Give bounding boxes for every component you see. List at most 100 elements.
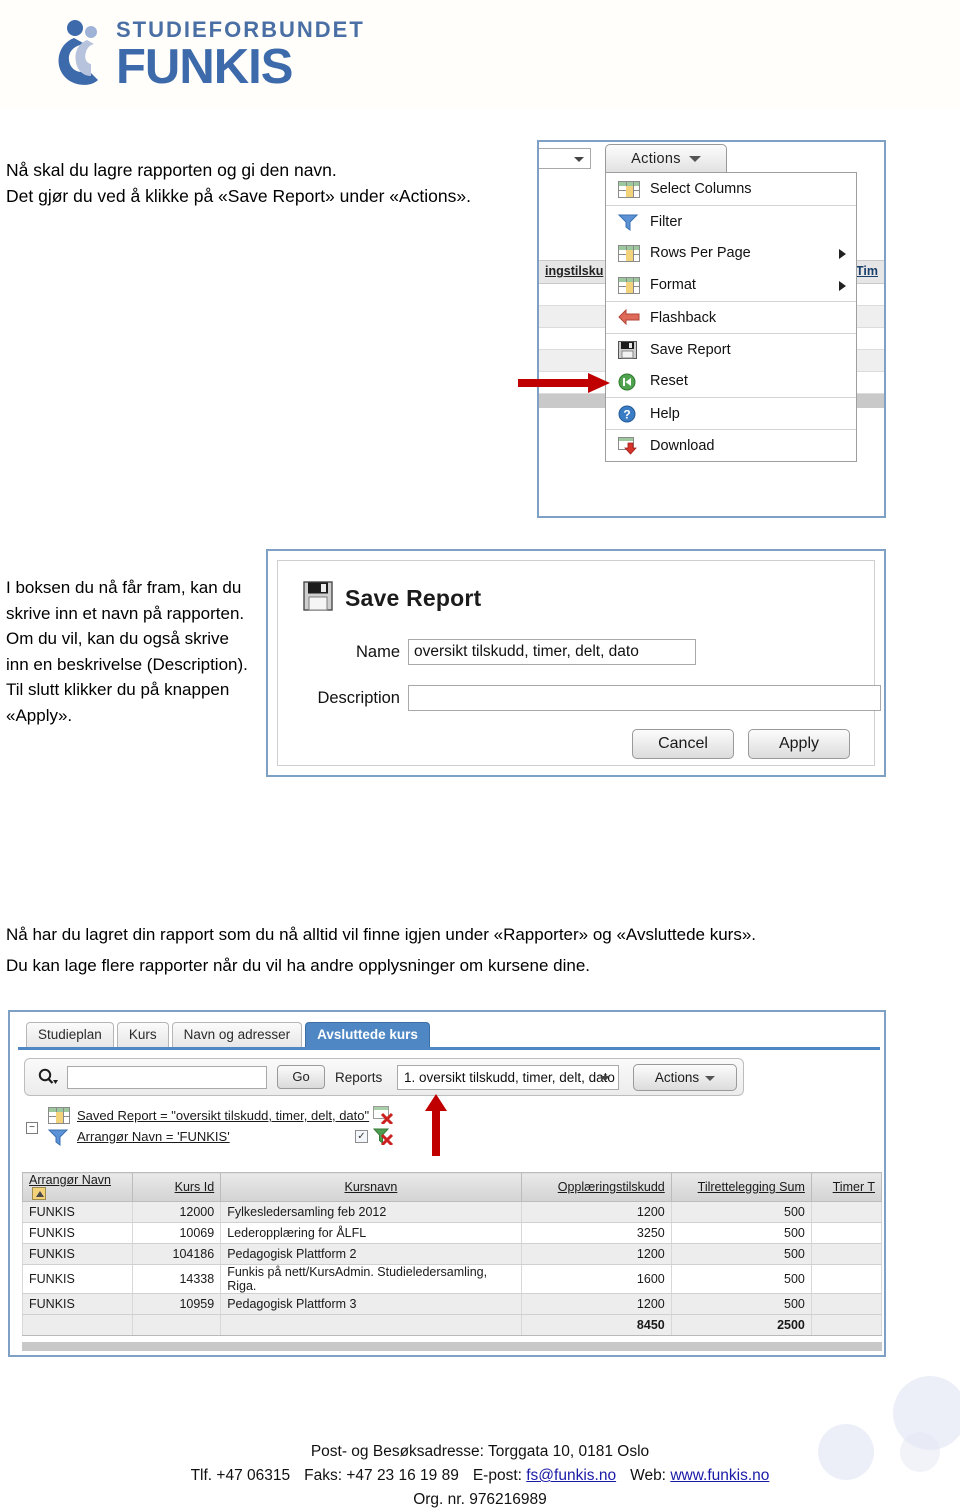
- footer-web-link[interactable]: www.funkis.no: [670, 1467, 769, 1484]
- cell-kursid: 14338: [132, 1264, 222, 1294]
- total-arrangor: [21, 1314, 134, 1336]
- funnel-icon: [48, 1128, 70, 1146]
- download-icon: [618, 437, 640, 455]
- tab-avsluttede-kurs[interactable]: Avsluttede kurs: [305, 1022, 430, 1048]
- filter-row-saved-report[interactable]: Saved Report = "oversikt tilskudd, timer…: [48, 1107, 369, 1124]
- cell-arrangor: FUNKIS: [21, 1243, 134, 1265]
- name-input[interactable]: [408, 639, 696, 665]
- reports-select-value: 1. oversikt tilskudd, timer, delt, dato: [404, 1070, 615, 1085]
- reset-icon: [618, 373, 640, 390]
- footer-email-link[interactable]: fs@funkis.no: [526, 1467, 616, 1484]
- dialog-title-label: Save Report: [345, 585, 482, 611]
- filter-row-arrangor-navn[interactable]: Arrangør Navn = 'FUNKIS': [48, 1128, 230, 1146]
- footer-orgnr: Org. nr. 976216989: [413, 1491, 547, 1508]
- actions-button[interactable]: Actions: [605, 144, 727, 172]
- instruction-step-2: I boksen du nå får fram, kan du skrive i…: [6, 578, 248, 725]
- menu-item-filter[interactable]: Filter: [606, 205, 856, 237]
- table-row[interactable]: FUNKIS 104186 Pedagogisk Plattform 2 120…: [21, 1243, 883, 1265]
- description-input[interactable]: [408, 685, 881, 711]
- reports-label: Reports: [335, 1070, 383, 1085]
- actions-button-label: Actions: [654, 1070, 700, 1085]
- cell-timer: [810, 1222, 883, 1244]
- menu-item-label: Help: [650, 405, 680, 422]
- cancel-button[interactable]: Cancel: [632, 729, 734, 759]
- instruction-step-3: Nå har du lagret din rapport som du nå a…: [6, 925, 757, 975]
- report-table: Arrangør Navn Kurs Id Kursnavn Opplæring…: [21, 1172, 883, 1336]
- menu-item-help[interactable]: ? Help: [606, 397, 856, 429]
- actions-menu-screenshot: Actions ingstilsku Tim Select Columns Fi…: [537, 140, 886, 518]
- footer-web-label: Web:: [630, 1467, 666, 1484]
- red-arrow-up-icon: [424, 1094, 448, 1156]
- menu-item-label: Filter: [650, 213, 683, 230]
- filter-panel: − Saved Report = "oversikt tilskudd, tim…: [18, 1104, 880, 1152]
- cell-tilskudd: 1200: [520, 1243, 672, 1265]
- search-toolbar: Go Reports 1. oversikt tilskudd, timer, …: [24, 1058, 744, 1096]
- grid-remove-icon[interactable]: [373, 1106, 395, 1129]
- grid-icon: [618, 244, 640, 262]
- go-button[interactable]: Go: [277, 1065, 325, 1089]
- table-row[interactable]: FUNKIS 10069 Lederopplæring for ÅLFL 325…: [21, 1222, 883, 1244]
- floppy-disk-icon: [303, 581, 333, 616]
- reports-select[interactable]: 1. oversikt tilskudd, timer, delt, dato: [397, 1065, 619, 1090]
- description-label: Description: [317, 688, 400, 707]
- menu-item-label: Select Columns: [650, 181, 752, 197]
- partial-column-header-left: ingstilsku: [545, 264, 604, 278]
- actions-dropdown-menu[interactable]: Select Columns Filter Rows Per Page Form…: [605, 172, 857, 462]
- total-kursid: [132, 1314, 222, 1336]
- grid-icon: [618, 180, 640, 198]
- search-input[interactable]: [67, 1066, 267, 1089]
- chevron-right-icon: [839, 249, 846, 259]
- table-row[interactable]: FUNKIS 12000 Fylkesledersamling feb 2012…: [21, 1201, 883, 1223]
- red-arrow-right-icon: [518, 372, 610, 394]
- menu-item-format[interactable]: Format: [606, 269, 856, 301]
- chevron-down-icon: [705, 1075, 716, 1081]
- funnel-remove-icon[interactable]: [372, 1127, 395, 1150]
- name-label: Name: [355, 642, 400, 661]
- column-header-kurs-id[interactable]: Kurs Id: [132, 1172, 222, 1202]
- cell-timer: [810, 1201, 883, 1223]
- table-bottom-bar: [22, 1342, 882, 1351]
- column-header-tilrettelegging-sum[interactable]: Tilrettelegging Sum: [670, 1172, 812, 1202]
- page-size-combo[interactable]: [539, 148, 591, 169]
- cell-tilrettelegging: 500: [670, 1293, 812, 1315]
- svg-text:?: ?: [623, 408, 630, 422]
- cell-kursnavn: Funkis på nett/KursAdmin. Studieledersam…: [220, 1264, 522, 1294]
- column-header-timer[interactable]: Timer T: [810, 1172, 883, 1202]
- actions-button-label: Actions: [631, 151, 681, 167]
- menu-item-rows-per-page[interactable]: Rows Per Page: [606, 237, 856, 269]
- column-header-arrangor-navn[interactable]: Arrangør Navn: [21, 1172, 134, 1202]
- dialog-body: Save Report Name Description Cancel Appl…: [277, 560, 881, 766]
- instruction-step-1: Nå skal du lagre rapporten og gi den nav…: [6, 160, 471, 206]
- magnifier-dropdown-icon[interactable]: [37, 1068, 59, 1091]
- menu-item-reset[interactable]: Reset: [606, 365, 856, 397]
- cell-tilrettelegging: 500: [670, 1243, 812, 1265]
- tab-studieplan[interactable]: Studieplan: [26, 1022, 114, 1048]
- total-tilskudd: 8450: [520, 1314, 672, 1336]
- collapse-toggle[interactable]: −: [26, 1122, 38, 1134]
- table-row[interactable]: FUNKIS 14338 Funkis på nett/KursAdmin. S…: [21, 1264, 883, 1294]
- actions-button[interactable]: Actions: [633, 1064, 737, 1091]
- menu-item-flashback[interactable]: Flashback: [606, 301, 856, 333]
- tab-underline: [18, 1047, 880, 1050]
- column-header-kursnavn[interactable]: Kursnavn: [220, 1172, 522, 1202]
- logo-line-2: FUNKIS: [116, 40, 293, 94]
- apply-button[interactable]: Apply: [748, 729, 850, 759]
- menu-item-select-columns[interactable]: Select Columns: [606, 173, 856, 205]
- menu-item-label: Download: [650, 437, 715, 454]
- logo-line-1: STUDIEFORBUNDET: [116, 17, 365, 42]
- grid-icon: [618, 276, 640, 294]
- dialog-title: Save Report: [303, 581, 481, 616]
- logo-wordmark: STUDIEFORBUNDET FUNKIS: [116, 17, 365, 94]
- partial-column-header-right: Tim: [856, 264, 878, 278]
- tab-navn-og-adresser[interactable]: Navn og adresser: [171, 1022, 303, 1048]
- menu-item-download[interactable]: Download: [606, 429, 856, 461]
- menu-item-save-report[interactable]: Save Report: [606, 333, 856, 365]
- filter-enabled-checkbox[interactable]: ✓: [355, 1130, 368, 1143]
- table-row[interactable]: FUNKIS 10959 Pedagogisk Plattform 3 1200…: [21, 1293, 883, 1315]
- column-header-opplaeringstilskudd[interactable]: Opplæringstilskudd: [520, 1172, 672, 1202]
- total-kursnavn: [220, 1314, 522, 1336]
- flashback-arrow-icon: [618, 309, 640, 326]
- filter-label: Arrangør Navn = 'FUNKIS': [77, 1129, 230, 1144]
- total-timer: [810, 1314, 883, 1336]
- tab-kurs[interactable]: Kurs: [116, 1022, 169, 1048]
